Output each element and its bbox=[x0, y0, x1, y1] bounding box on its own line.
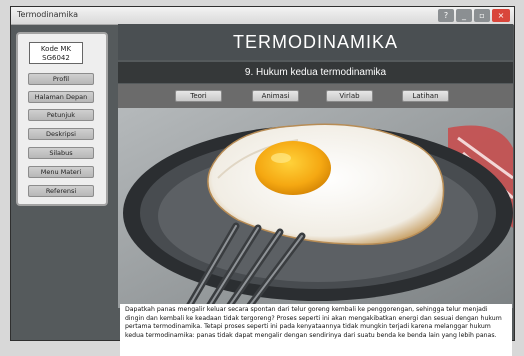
course-code-value: SG6042 bbox=[42, 54, 70, 62]
minimize-button[interactable]: _ bbox=[456, 9, 472, 22]
course-code-box: Kode MK SG6042 bbox=[29, 42, 83, 64]
sidebar-item-deskripsi[interactable]: Deskripsi bbox=[28, 128, 94, 140]
title-bar[interactable]: Termodinamika ? _ ▫ × bbox=[11, 7, 514, 25]
close-button[interactable]: × bbox=[492, 9, 510, 22]
sidebar-item-petunjuk[interactable]: Petunjuk bbox=[28, 109, 94, 121]
sidebar-item-silabus[interactable]: Silabus bbox=[28, 147, 94, 159]
sidebar: Kode MK SG6042 Profil Halaman Depan Petu… bbox=[16, 32, 108, 206]
tab-animasi[interactable]: Animasi bbox=[252, 90, 299, 102]
help-button[interactable]: ? bbox=[438, 9, 454, 22]
sidebar-item-halaman-depan[interactable]: Halaman Depan bbox=[28, 91, 94, 103]
tab-teori[interactable]: Teori bbox=[175, 90, 222, 102]
sidebar-item-referensi[interactable]: Referensi bbox=[28, 185, 94, 197]
window-title: Termodinamika bbox=[17, 10, 78, 19]
section-title: 9. Hukum kedua termodinamika bbox=[118, 62, 513, 83]
page-title: TERMODINAMIKA bbox=[118, 24, 513, 60]
sidebar-item-profil[interactable]: Profil bbox=[28, 73, 94, 85]
illustration-image bbox=[118, 108, 513, 308]
course-code-label: Kode MK bbox=[40, 45, 72, 53]
tab-virlab[interactable]: Virlab bbox=[326, 90, 373, 102]
fried-egg-illustration bbox=[118, 108, 513, 308]
maximize-button[interactable]: ▫ bbox=[474, 9, 490, 22]
window-controls: ? _ ▫ × bbox=[438, 9, 510, 22]
sidebar-item-menu-materi[interactable]: Menu Materi bbox=[28, 166, 94, 178]
main-content: TERMODINAMIKA 9. Hukum kedua termodinami… bbox=[118, 24, 513, 356]
tab-bar: Teori Animasi Virlab Latihan bbox=[118, 84, 513, 108]
tab-latihan[interactable]: Latihan bbox=[402, 90, 449, 102]
description-text: Dapatkah panas mengalir keluar secara sp… bbox=[120, 304, 512, 356]
